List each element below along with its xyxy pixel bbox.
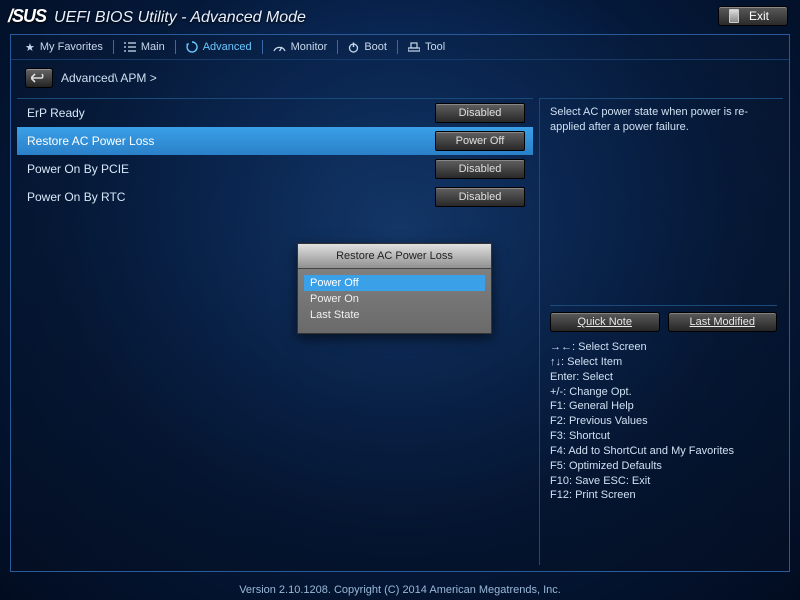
setting-restore-ac-power-loss[interactable]: Restore AC Power Loss Power Off	[17, 127, 533, 155]
tab-label: My Favorites	[40, 41, 103, 53]
tab-boot[interactable]: Boot	[338, 35, 397, 59]
value-button[interactable]: Disabled	[435, 187, 525, 207]
key-hints: →←: Select Screen ↑↓: Select Item Enter:…	[550, 340, 777, 503]
setting-erp-ready[interactable]: ErP Ready Disabled	[17, 99, 533, 127]
quick-buttons-row: Quick Note Last Modified	[550, 305, 777, 332]
gauge-icon	[273, 42, 286, 52]
hint-line: F10: Save ESC: Exit	[550, 474, 777, 489]
tab-monitor[interactable]: Monitor	[263, 35, 338, 59]
star-icon: ★	[25, 41, 35, 54]
popup-body: Power Off Power On Last State	[298, 269, 491, 333]
breadcrumb-row: Advanced\ APM >	[11, 60, 789, 92]
hint-line: F1: General Help	[550, 399, 777, 414]
hint-line: F2: Previous Values	[550, 414, 777, 429]
hint-line: ↑↓: Select Item	[550, 355, 777, 370]
popup-title: Restore AC Power Loss	[298, 244, 491, 269]
settings-pane: ErP Ready Disabled Restore AC Power Loss…	[17, 98, 533, 565]
hint-line: Enter: Select	[550, 370, 777, 385]
help-pane: Select AC power state when power is re-a…	[539, 98, 783, 565]
breadcrumb: Advanced\ APM >	[61, 71, 157, 85]
value-button[interactable]: Disabled	[435, 159, 525, 179]
brand-logo: /SUS	[8, 6, 46, 27]
hint-line: F5: Optimized Defaults	[550, 459, 777, 474]
setting-label: ErP Ready	[27, 106, 85, 120]
main-frame: ★ My Favorites Main Advanced Monitor	[10, 34, 790, 572]
tab-label: Boot	[364, 41, 387, 53]
last-modified-button[interactable]: Last Modified	[668, 312, 778, 332]
exit-button[interactable]: Exit	[718, 6, 788, 26]
refresh-icon	[186, 41, 198, 53]
app-title: UEFI BIOS Utility - Advanced Mode	[54, 9, 306, 27]
logo-group: /SUS UEFI BIOS Utility - Advanced Mode	[8, 6, 306, 27]
hint-line: +/-: Change Opt.	[550, 385, 777, 400]
setting-label: Power On By PCIE	[27, 162, 129, 176]
setting-power-on-by-pcie[interactable]: Power On By PCIE Disabled	[17, 155, 533, 183]
tab-label: Monitor	[291, 41, 328, 53]
footer: Version 2.10.1208. Copyright (C) 2014 Am…	[0, 584, 800, 596]
setting-power-on-by-rtc[interactable]: Power On By RTC Disabled	[17, 183, 533, 211]
back-button[interactable]	[25, 68, 53, 88]
tool-icon	[408, 42, 420, 52]
popup-item-power-on[interactable]: Power On	[304, 291, 485, 307]
tab-tool[interactable]: Tool	[398, 35, 455, 59]
tab-label: Advanced	[203, 41, 252, 53]
tabbar: ★ My Favorites Main Advanced Monitor	[11, 34, 789, 60]
value-button[interactable]: Disabled	[435, 103, 525, 123]
hint-line: F12: Print Screen	[550, 488, 777, 503]
option-popup: Restore AC Power Loss Power Off Power On…	[297, 243, 492, 334]
help-text: Select AC power state when power is re-a…	[550, 105, 777, 295]
power-icon	[348, 42, 359, 53]
value-button[interactable]: Power Off	[435, 131, 525, 151]
exit-label: Exit	[749, 9, 769, 23]
content: ErP Ready Disabled Restore AC Power Loss…	[17, 98, 783, 565]
back-arrow-icon	[31, 73, 47, 83]
tab-label: Tool	[425, 41, 445, 53]
popup-item-power-off[interactable]: Power Off	[304, 275, 485, 291]
tab-favorites[interactable]: ★ My Favorites	[15, 35, 113, 59]
tab-label: Main	[141, 41, 165, 53]
hint-line: →←: Select Screen	[550, 340, 777, 355]
hint-line: F3: Shortcut	[550, 429, 777, 444]
titlebar: /SUS UEFI BIOS Utility - Advanced Mode E…	[0, 0, 800, 28]
quick-note-button[interactable]: Quick Note	[550, 312, 660, 332]
list-icon	[124, 42, 136, 52]
door-icon	[729, 9, 739, 23]
popup-item-last-state[interactable]: Last State	[304, 307, 485, 323]
tab-main[interactable]: Main	[114, 35, 175, 59]
setting-label: Power On By RTC	[27, 190, 125, 204]
tab-advanced[interactable]: Advanced	[176, 35, 262, 59]
setting-label: Restore AC Power Loss	[27, 134, 154, 148]
hint-line: F4: Add to ShortCut and My Favorites	[550, 444, 777, 459]
